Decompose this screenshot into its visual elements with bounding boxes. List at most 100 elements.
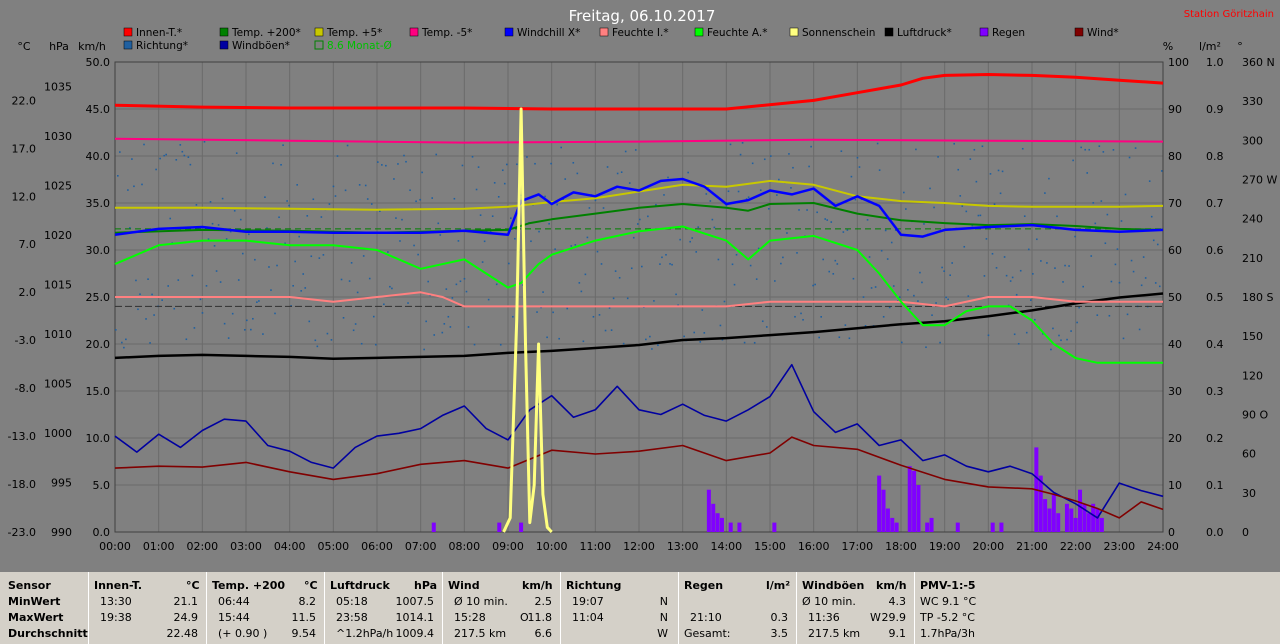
direction-point (538, 230, 540, 233)
direction-point (1074, 235, 1076, 238)
direction-point (1132, 270, 1135, 273)
direction-point (221, 197, 224, 200)
direction-point (205, 285, 208, 287)
rain-bar (885, 508, 890, 532)
direction-point (360, 342, 363, 345)
rain-bar (1078, 489, 1083, 532)
tick-label-percent: 30 (1168, 385, 1182, 398)
legend-swatch (219, 40, 229, 50)
direction-point (810, 145, 812, 148)
direction-point (965, 210, 968, 213)
tick-label-hpa: 1025 (44, 180, 72, 193)
direction-point (977, 214, 980, 217)
innen-title: Innen-T. (94, 579, 143, 592)
direction-point (1034, 318, 1036, 321)
direction-point (546, 336, 548, 339)
tick-label-time: 20:00 (972, 540, 1004, 553)
rain-bar (1073, 517, 1078, 532)
direction-point (201, 312, 204, 314)
innen-avg: 22.48 (166, 627, 199, 640)
direction-point (1058, 334, 1060, 337)
direction-point (572, 161, 575, 164)
row-label-sensor: Sensor (8, 579, 51, 592)
direction-point (600, 263, 603, 265)
tick-label-percent: 40 (1168, 338, 1182, 351)
direction-point (191, 274, 194, 277)
legend-label: Feuchte I.* (612, 27, 669, 39)
direction-point (890, 241, 893, 244)
direction-point (115, 329, 117, 331)
direction-point (604, 329, 607, 332)
direction-point (717, 258, 720, 261)
temp200-avg: 9.54 (291, 627, 317, 640)
direction-point (241, 252, 244, 255)
direction-point (282, 144, 284, 146)
direction-point (437, 222, 440, 225)
direction-point (243, 328, 246, 331)
tick-label-celsius: 2.0 (19, 286, 37, 299)
tick-label-time: 16:00 (798, 540, 830, 553)
direction-point (336, 155, 339, 157)
direction-point (701, 309, 704, 311)
tick-label-hpa: 1020 (44, 229, 72, 242)
direction-point (123, 346, 125, 349)
direction-point (252, 317, 254, 320)
legend-label: Richtung* (136, 40, 188, 52)
direction-point (173, 307, 176, 310)
direction-point (767, 207, 770, 210)
direction-point (846, 229, 849, 231)
direction-point (679, 238, 681, 241)
temp200-unit: °C (304, 579, 318, 592)
direction-point (1025, 331, 1028, 334)
legend-swatch (314, 27, 324, 37)
direction-point (280, 163, 282, 166)
direction-point (421, 171, 423, 174)
rain-bar (706, 489, 711, 532)
tick-label-percent: 100 (1168, 56, 1189, 69)
direction-point (983, 275, 986, 277)
direction-point (747, 196, 750, 199)
direction-point (576, 172, 579, 175)
direction-point (258, 300, 260, 302)
direction-point (399, 240, 401, 242)
direction-point (711, 218, 714, 221)
direction-point (763, 158, 766, 161)
direction-point (866, 219, 869, 221)
direction-point (497, 196, 500, 198)
direction-point (510, 217, 512, 219)
direction-point (397, 163, 399, 165)
column-divider (796, 572, 797, 644)
legend-label: Innen-T.* (136, 27, 182, 39)
direction-point (949, 274, 951, 277)
direction-point (653, 300, 655, 302)
tick-label-hpa: 1035 (44, 81, 72, 94)
direction-point (508, 262, 510, 265)
direction-point (1064, 264, 1066, 267)
column-divider (324, 572, 325, 644)
legend-label: Windchill X* (517, 27, 580, 39)
direction-point (665, 253, 667, 256)
legend-label: 8.6 Monat-Ø (327, 40, 392, 52)
direction-point (1082, 285, 1084, 288)
tick-label-kmh: 40.0 (86, 150, 111, 163)
direction-point (939, 341, 941, 344)
direction-point (395, 217, 397, 219)
direction-point (550, 162, 552, 165)
tick-label-degree: 240 (1242, 213, 1263, 226)
direction-point (1078, 306, 1080, 309)
direction-point (233, 209, 236, 212)
tick-label-time: 01:00 (143, 540, 175, 553)
column-divider (206, 572, 207, 644)
druck-min: 1007.5 (395, 595, 435, 608)
rain-bar (715, 513, 720, 532)
rain-bar (912, 470, 917, 532)
direction-point (868, 256, 871, 258)
direction-point (1110, 280, 1113, 283)
direction-point (870, 287, 873, 289)
direction-point (566, 307, 569, 310)
direction-point (1134, 147, 1137, 149)
direction-point (457, 240, 460, 242)
direction-point (219, 281, 222, 283)
tick-label-kmh: 20.0 (86, 338, 111, 351)
direction-point (246, 319, 248, 322)
